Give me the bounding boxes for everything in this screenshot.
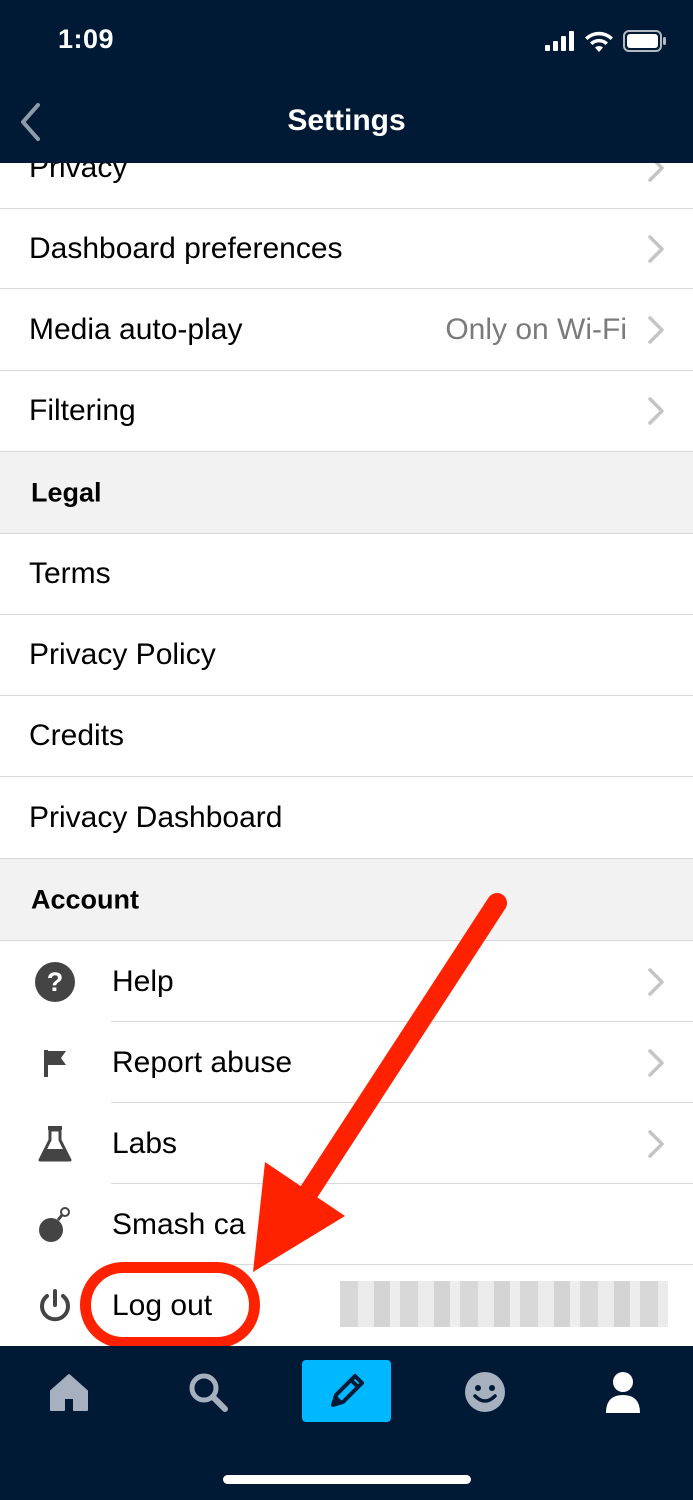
row-label: Help (112, 964, 174, 998)
chevron-right-icon (648, 1048, 664, 1077)
account-row-help[interactable]: ? Help (0, 941, 693, 1022)
status-icons (545, 30, 667, 52)
home-icon (50, 1374, 88, 1411)
app-header: 1:09 Settings (0, 0, 693, 163)
section-header-account: Account (0, 859, 693, 941)
home-indicator (223, 1475, 471, 1484)
smiley-icon (465, 1372, 505, 1412)
signal-icon (545, 31, 574, 51)
chevron-right-icon (648, 967, 664, 996)
row-label: Dashboard preferences (29, 231, 343, 265)
settings-row-privacy[interactable]: Privacy (0, 163, 693, 209)
flask-icon (34, 1123, 76, 1165)
chevron-right-icon (648, 397, 664, 425)
section-header-legal: Legal (0, 452, 693, 534)
row-label: Credits (29, 719, 125, 752)
svg-text:?: ? (47, 967, 64, 997)
battery-icon (623, 30, 666, 52)
power-icon (34, 1285, 76, 1327)
tab-compose[interactable] (302, 1360, 391, 1422)
account-row-labs[interactable]: Labs (0, 1103, 693, 1184)
help-circle-icon: ? (34, 961, 76, 1003)
flag-icon (34, 1042, 76, 1084)
search-icon (189, 1373, 228, 1412)
legal-row-credits[interactable]: Credits (0, 696, 693, 777)
pencil-icon (330, 1374, 364, 1407)
row-label: Privacy (29, 163, 128, 184)
status-time: 1:09 (58, 24, 115, 54)
person-icon (606, 1372, 640, 1413)
blurred-account-email (340, 1281, 668, 1327)
row-label: Privacy Policy (29, 638, 216, 671)
tab-activity[interactable] (440, 1360, 530, 1424)
row-label: Smash ca (112, 1207, 246, 1241)
account-row-smash[interactable]: Smash ca (0, 1184, 693, 1265)
row-label: Terms (29, 557, 111, 590)
section-title: Legal (31, 477, 102, 507)
legal-row-terms[interactable]: Terms (0, 534, 693, 615)
tab-account[interactable] (578, 1360, 668, 1424)
settings-list: Privacy Dashboard preferences Media auto… (0, 163, 693, 1346)
settings-row-media-auto-play[interactable]: Media auto-play Only on Wi-Fi (0, 290, 693, 371)
row-label: Filtering (29, 394, 136, 427)
row-label: Labs (112, 1126, 178, 1160)
page-title: Settings (287, 104, 406, 137)
tab-search[interactable] (163, 1360, 253, 1424)
account-row-report-abuse[interactable]: Report abuse (0, 1022, 693, 1103)
section-title: Account (31, 884, 139, 914)
settings-row-dashboard-preferences[interactable]: Dashboard preferences (0, 209, 693, 289)
chevron-right-icon (648, 234, 664, 263)
bomb-icon (34, 1204, 76, 1246)
chevron-right-icon (648, 1129, 664, 1158)
row-label: Privacy Dashboard (29, 800, 283, 834)
row-value: Only on Wi-Fi (445, 313, 627, 346)
row-label: Media auto-play (29, 313, 243, 346)
legal-row-privacy-dashboard[interactable]: Privacy Dashboard (0, 777, 693, 859)
chevron-right-icon (648, 316, 664, 344)
chevron-right-icon (648, 163, 664, 182)
settings-row-filtering[interactable]: Filtering (0, 371, 693, 452)
log-out-highlight-ring (80, 1262, 260, 1348)
legal-row-privacy-policy[interactable]: Privacy Policy (0, 615, 693, 696)
tab-home[interactable] (24, 1360, 114, 1424)
row-label: Report abuse (112, 1045, 293, 1079)
wifi-icon (585, 31, 613, 52)
